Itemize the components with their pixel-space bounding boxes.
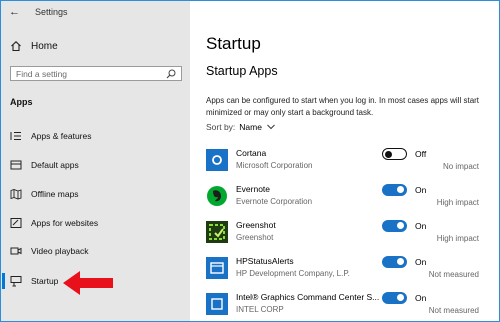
sidebar: ← Settings Home Find a setting Apps Apps… (1, 1, 190, 321)
search-icon[interactable] (166, 69, 176, 79)
nav-home[interactable]: Home (10, 38, 58, 54)
app-impact: Not measured (428, 270, 479, 279)
app-state: On (415, 257, 427, 267)
sidebar-item-apps-for-websites[interactable]: Apps for websites (10, 215, 98, 231)
app-name: Cortana (236, 148, 267, 158)
search-placeholder: Find a setting (16, 68, 68, 79)
app-name: Evernote (236, 184, 271, 194)
back-button[interactable]: ← (9, 6, 20, 18)
sidebar-item-label: Default apps (31, 160, 79, 170)
sort-by-dropdown[interactable]: Sort by: Name (206, 122, 275, 132)
app-state: On (415, 221, 427, 231)
search-input[interactable]: Find a setting (10, 66, 182, 81)
active-indicator (2, 273, 5, 289)
default-apps-icon (10, 159, 24, 171)
app-state: On (415, 185, 427, 195)
video-icon (10, 245, 24, 257)
sidebar-item-offline-maps[interactable]: Offline maps (10, 186, 79, 202)
home-label: Home (31, 40, 58, 52)
app-state: Off (415, 149, 427, 159)
app-state: On (415, 293, 427, 303)
startup-app-row: Greenshot Greenshot On High impact (206, 219, 493, 249)
app-publisher: Greenshot (236, 233, 274, 242)
app-publisher: Microsoft Corporation (236, 161, 313, 170)
cortana-app-icon (206, 149, 228, 171)
app-toggle[interactable] (382, 148, 407, 160)
app-impact: No impact (442, 162, 479, 171)
chevron-down-icon (267, 124, 275, 130)
startup-icon (10, 275, 24, 287)
sort-label: Sort by: (206, 122, 236, 132)
startup-app-row: HPStatusAlerts HP Development Company, L… (206, 255, 493, 285)
sidebar-item-label: Apps & features (31, 131, 92, 141)
sidebar-item-apps-features[interactable]: Apps & features (10, 128, 91, 144)
sidebar-item-label: Offline maps (31, 189, 79, 199)
evernote-app-icon (206, 185, 228, 207)
section-title: Startup Apps (206, 64, 278, 78)
intel-app-icon (206, 293, 228, 315)
window-title: Settings (35, 7, 68, 17)
section-label-apps: Apps (10, 97, 33, 107)
app-toggle[interactable] (382, 292, 407, 304)
app-name: HPStatusAlerts (236, 256, 294, 266)
app-impact: High impact (436, 234, 479, 243)
description-text: Apps can be configured to start when you… (206, 96, 480, 117)
sidebar-item-label: Apps for websites (31, 218, 99, 228)
sort-value: Name (239, 122, 262, 132)
app-toggle[interactable] (382, 220, 407, 232)
sidebar-item-label: Video playback (31, 246, 89, 256)
app-toggle[interactable] (382, 256, 407, 268)
startup-app-row: Intel® Graphics Command Center S... INTE… (206, 291, 493, 321)
app-name: Greenshot (236, 220, 276, 230)
link-box-icon (10, 217, 24, 229)
map-icon (10, 188, 24, 200)
app-publisher: INTEL CORP (236, 305, 284, 314)
annotation-arrow-icon (63, 271, 113, 295)
startup-app-row: Cortana Microsoft Corporation Off No imp… (206, 147, 493, 177)
app-publisher: Evernote Corporation (236, 197, 313, 206)
sidebar-item-startup[interactable]: Startup (10, 273, 58, 289)
home-icon (10, 40, 24, 52)
sidebar-item-label: Startup (31, 276, 59, 286)
list-icon (10, 130, 24, 142)
app-toggle[interactable] (382, 184, 407, 196)
sidebar-item-default-apps[interactable]: Default apps (10, 157, 79, 173)
sidebar-item-video-playback[interactable]: Video playback (10, 243, 89, 259)
app-publisher: HP Development Company, L.P. (236, 269, 350, 278)
app-impact: High impact (436, 198, 479, 207)
main-panel: Startup Startup Apps Apps can be configu… (190, 1, 499, 321)
app-impact: Not measured (428, 306, 479, 315)
hp-status-alerts-app-icon (206, 257, 228, 279)
startup-app-row: Evernote Evernote Corporation On High im… (206, 183, 493, 213)
app-name: Intel® Graphics Command Center S... (236, 292, 380, 302)
page-title: Startup (206, 34, 261, 53)
greenshot-app-icon (206, 221, 228, 243)
